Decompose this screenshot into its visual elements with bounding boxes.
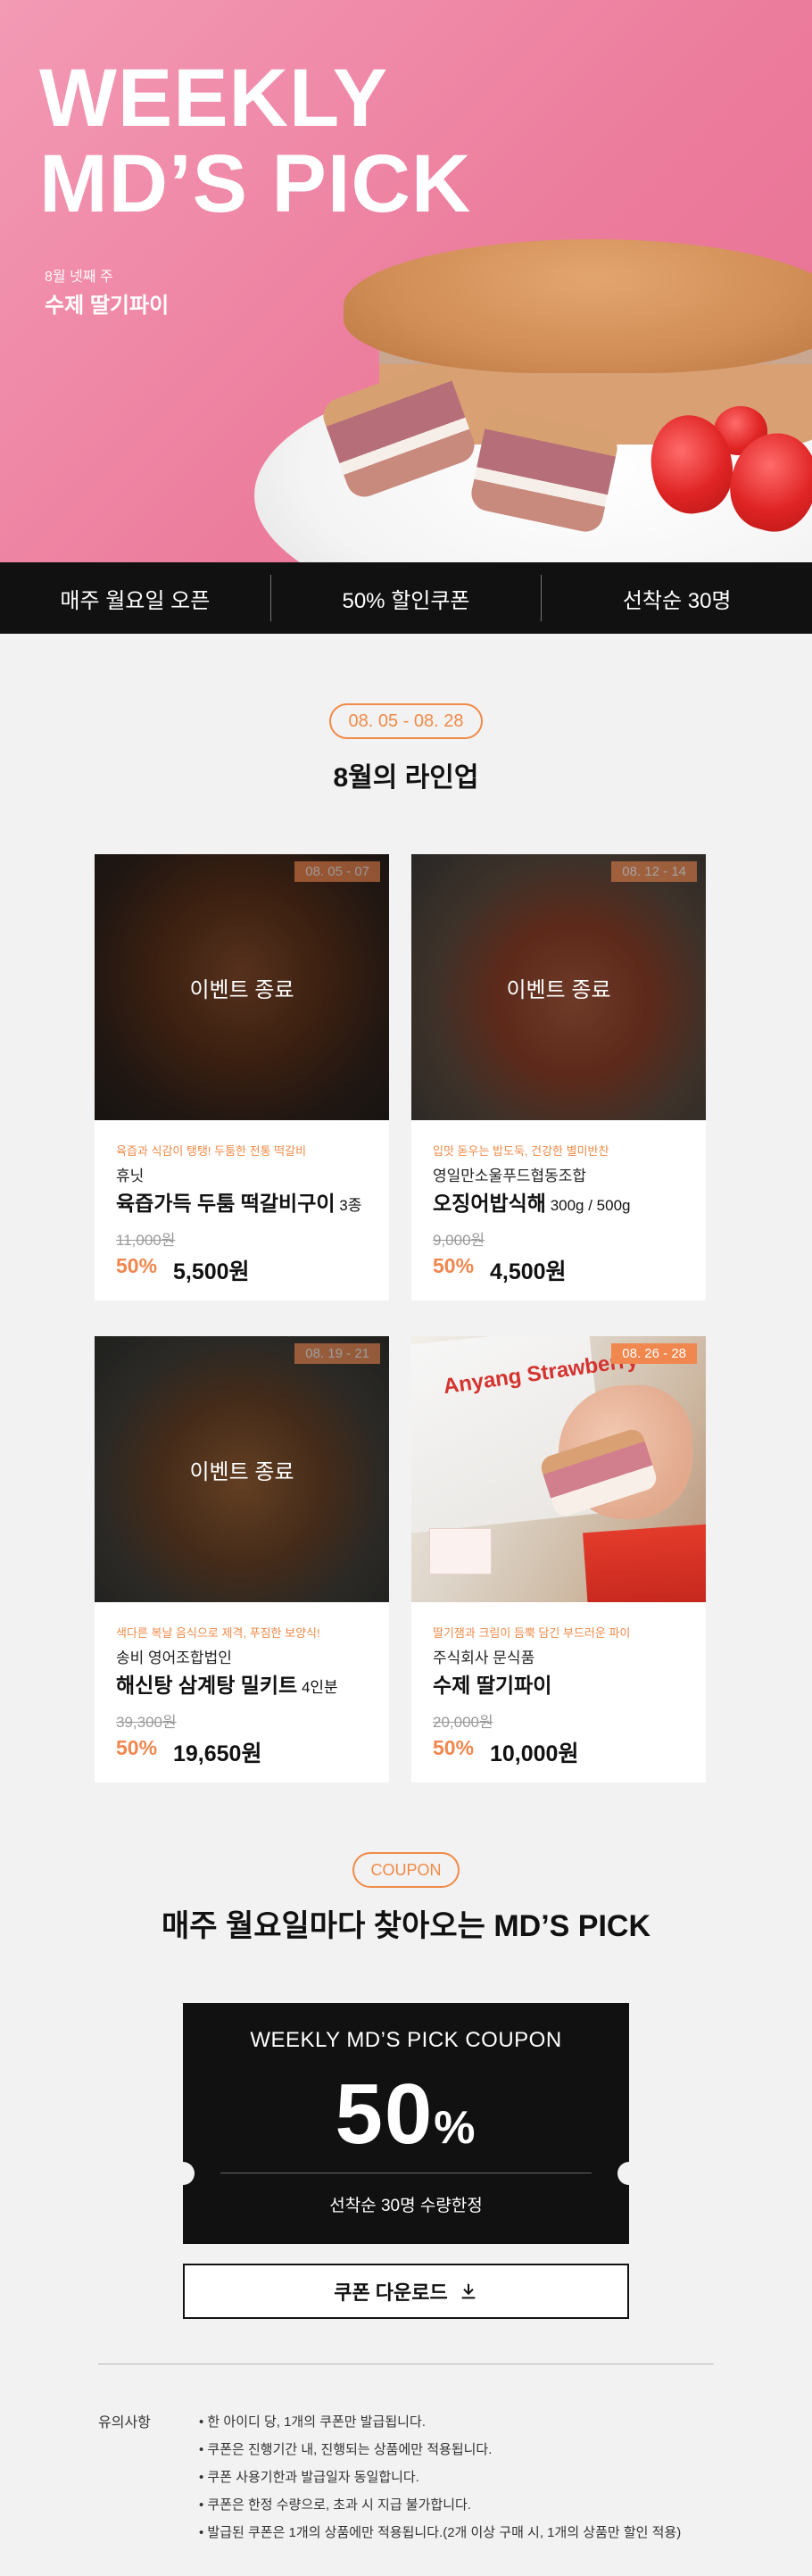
ticket-unit: % <box>434 2102 477 2154</box>
ticket-value: 50% <box>335 2066 477 2162</box>
discount-rate: 50% <box>116 1736 158 1759</box>
ended-label: 이벤트 종료 <box>189 1460 294 1484</box>
product-maker: 휴닛 <box>116 1168 145 1184</box>
package-image <box>429 1528 492 1575</box>
product-maker: 송비 영어조합법인 <box>116 1649 232 1666</box>
product-name: 해신탕 삼계탕 밀키트 4인분 <box>116 1674 338 1697</box>
ticket-title: WEEKLY MD’S PICK COUPON <box>250 2028 562 2052</box>
ticket-notch <box>617 2162 641 2185</box>
box-image <box>583 1523 706 1602</box>
info-discount: 50% 할인쿠폰 <box>342 588 470 613</box>
product-tagline: 색다른 복날 음식으로 제격, 푸짐한 보양식! <box>116 1626 320 1640</box>
sale-price: 10,000원 <box>490 1741 579 1766</box>
notice-item: 한 아이디 당, 1개의 쿠폰만 발급됩니다. <box>199 2408 761 2436</box>
product-maker: 영일만소울푸드협동조합 <box>433 1168 587 1184</box>
original-price: 11,000원 <box>116 1232 176 1249</box>
product-name: 오징어밥식해 300g / 500g <box>433 1192 631 1215</box>
product-name: 수제 딸기파이 <box>433 1674 552 1697</box>
info-bar: 매주 월요일 오픈 50% 할인쿠폰 선착순 30명 <box>0 562 812 634</box>
sale-price: 4,500원 <box>490 1259 567 1284</box>
product-card[interactable]: 08. 05 - 07 이벤트 종료 육즙과 식감이 탱탱! 두툼한 전통 떡갈… <box>95 854 389 1300</box>
info-limit: 선착순 30명 <box>622 588 732 613</box>
original-price: 20,000원 <box>433 1714 493 1731</box>
coupon-download-button[interactable]: 쿠폰 다운로드 <box>183 2264 629 2319</box>
notice-item: 쿠폰은 한정 수량으로, 초과 시 지급 불가합니다. <box>199 2491 761 2519</box>
product-maker: 주식회사 문식품 <box>433 1649 535 1666</box>
date-badge: 08. 05 - 07 <box>294 861 380 882</box>
discount-rate: 50% <box>116 1254 158 1277</box>
date-badge: 08. 26 - 28 <box>611 1343 697 1364</box>
discount-rate: 50% <box>433 1736 475 1759</box>
hero-product: 수제 딸기파이 <box>45 294 170 318</box>
coupon-title: 매주 월요일마다 찾아오는 MD’S PICK <box>161 1909 651 1943</box>
product-image: 08. 12 - 14 이벤트 종료 <box>411 854 706 1120</box>
hero-title: WEEKLY MD’S PICK <box>39 55 471 227</box>
ended-label: 이벤트 종료 <box>189 978 294 1002</box>
hero-banner: WEEKLY MD’S PICK 8월 넷째 주 수제 딸기파이 <box>0 0 812 562</box>
product-name: 육즙가득 두툼 떡갈비구이 3종 <box>116 1192 362 1215</box>
date-badge: 08. 19 - 21 <box>294 1343 380 1364</box>
notice-label: 유의사항 <box>98 2415 151 2431</box>
coupon-ticket: WEEKLY MD’S PICK COUPON 50% 선착순 30명 수량한정 <box>171 2003 641 2244</box>
original-price: 9,000원 <box>433 1232 485 1249</box>
product-tagline: 입맛 돋우는 밥도둑, 건강한 별미반찬 <box>433 1144 609 1158</box>
hero-title-line1: WEEKLY <box>39 53 389 144</box>
product-tagline: 딸기잼과 크림이 듬뿍 담긴 부드러운 파이 <box>433 1626 631 1640</box>
product-card[interactable]: 08. 12 - 14 이벤트 종료 입맛 돋우는 밥도둑, 건강한 별미반찬 … <box>411 854 706 1300</box>
download-button-label: 쿠폰 다운로드 <box>334 2281 448 2304</box>
hero-week: 8월 넷째 주 <box>45 270 113 285</box>
notice-item: 발급된 쿠폰은 1개의 상품에만 적용됩니다.(2개 이상 구매 시, 1개의 … <box>199 2519 761 2547</box>
product-option: 4인분 <box>297 1679 338 1696</box>
product-image: 08. 19 - 21 이벤트 종료 <box>95 1336 389 1602</box>
ended-label: 이벤트 종료 <box>506 978 611 1002</box>
info-open-day: 매주 월요일 오픈 <box>60 588 211 613</box>
hero-title-line2: MD’S PICK <box>39 138 472 229</box>
notice-item: 쿠폰은 진행기간 내, 진행되는 상품에만 적용됩니다. <box>199 2436 761 2464</box>
discount-rate: 50% <box>433 1254 475 1277</box>
date-badge: 08. 12 - 14 <box>611 861 697 882</box>
notice-item: 쿠폰 사용기한과 발급일자 동일합니다. <box>199 2464 761 2491</box>
ticket-notch <box>171 2162 195 2185</box>
sale-price: 19,650원 <box>173 1741 262 1766</box>
product-option: 3종 <box>335 1197 362 1214</box>
product-tagline: 육즙과 식감이 탱탱! 두툼한 전통 떡갈비 <box>116 1144 307 1158</box>
notice-list: 한 아이디 당, 1개의 쿠폰만 발급됩니다. 쿠폰은 진행기간 내, 진행되는… <box>199 2408 761 2547</box>
download-icon <box>461 2283 476 2299</box>
sale-price: 5,500원 <box>173 1259 250 1284</box>
coupon-badge: COUPON <box>352 1852 460 1888</box>
product-image: 08. 05 - 07 이벤트 종료 <box>95 854 389 1120</box>
lineup-dates-badge: 08. 05 - 08. 28 <box>329 703 483 739</box>
product-card[interactable]: Anyang Strawberry 08. 26 - 28 딸기잼과 크림이 듬… <box>411 1336 706 1782</box>
product-option: 300g / 500g <box>545 1197 631 1214</box>
ticket-note: 선착순 30명 수량한정 <box>329 2197 483 2215</box>
lineup-title: 8월의 라인업 <box>333 763 479 793</box>
product-image: Anyang Strawberry 08. 26 - 28 <box>411 1336 706 1602</box>
pie-top-image <box>344 239 812 373</box>
product-card[interactable]: 08. 19 - 21 이벤트 종료 색다른 복날 음식으로 제격, 푸짐한 보… <box>95 1336 389 1782</box>
original-price: 39,300원 <box>116 1714 177 1731</box>
